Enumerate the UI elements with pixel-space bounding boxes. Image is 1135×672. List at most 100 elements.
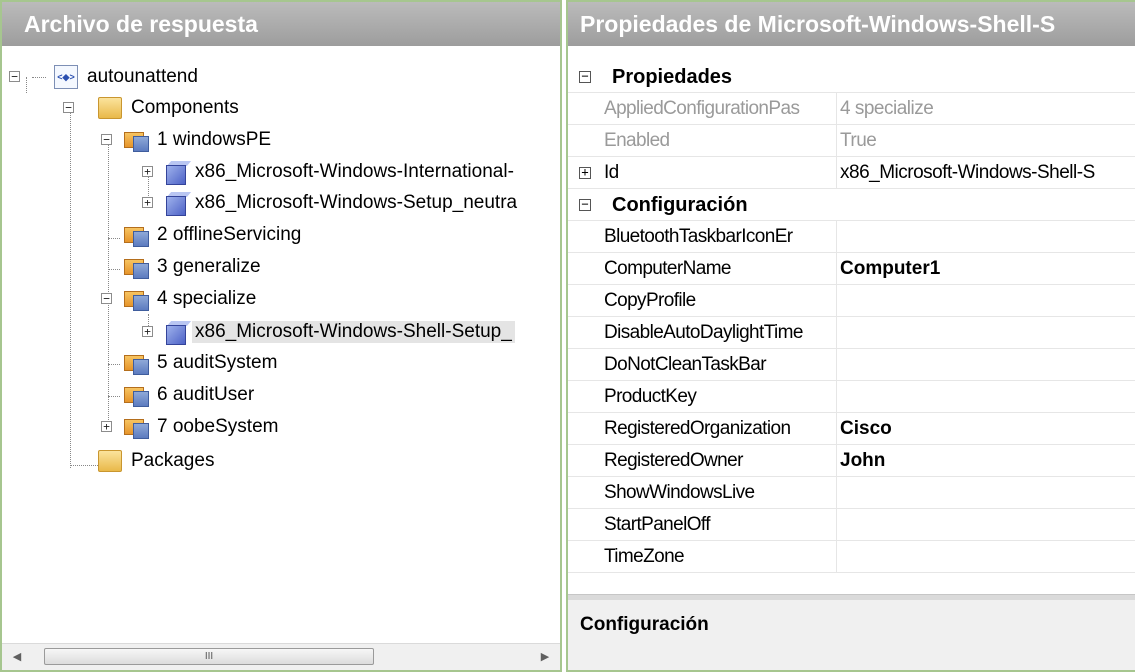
property-name: Id: [604, 157, 837, 188]
expand-shell-setup-toggle[interactable]: +: [142, 326, 153, 337]
setting-row[interactable]: ShowWindowsLive: [568, 477, 1135, 509]
tree-node-component-international[interactable]: x86_Microsoft-Windows-International-: [162, 157, 517, 187]
expand-property-icon[interactable]: +: [579, 166, 591, 179]
tree-node-label: 7 oobeSystem: [157, 416, 279, 437]
setting-row[interactable]: ComputerName Computer1: [568, 253, 1135, 285]
tree-node-pass-windowspe[interactable]: 1 windowsPE: [124, 125, 274, 155]
properties-pane: Propiedades de Microsoft-Windows-Shell-S…: [566, 0, 1135, 672]
setting-value[interactable]: [840, 317, 1135, 348]
collapse-category-icon[interactable]: −: [579, 198, 591, 211]
tree-node-label: x86_Microsoft-Windows-International-: [195, 161, 514, 182]
description-title: Configuración: [580, 614, 709, 635]
component-icon: [162, 319, 192, 345]
expand-oobesystem-toggle[interactable]: +: [101, 421, 112, 432]
setting-value[interactable]: [840, 221, 1135, 252]
tree-node-component-setup[interactable]: x86_Microsoft-Windows-Setup_neutra: [162, 188, 520, 218]
tree-node-label: 6 auditUser: [157, 384, 255, 405]
property-value: 4 specialize: [840, 98, 934, 119]
setting-name: RegisteredOrganization: [604, 413, 837, 444]
collapse-root-toggle[interactable]: −: [9, 71, 20, 82]
setting-value[interactable]: [840, 541, 1135, 572]
answer-file-tree: − <◆> autounattend − Components − 1 wind…: [2, 46, 560, 644]
setting-value[interactable]: [840, 381, 1135, 412]
property-value: x86_Microsoft-Windows-Shell-S: [840, 162, 1095, 183]
property-row[interactable]: Enabled True: [568, 125, 1135, 157]
setting-row[interactable]: RegisteredOwner John: [568, 445, 1135, 477]
tree-node-components[interactable]: Components: [98, 93, 242, 123]
tree-node-pass-generalize[interactable]: 3 generalize: [124, 252, 264, 282]
component-icon: [162, 159, 192, 185]
configuration-pass-icon: [124, 383, 149, 407]
tree-node-label: autounattend: [87, 66, 198, 87]
tree-node-label: 1 windowsPE: [157, 129, 272, 150]
setting-row[interactable]: RegisteredOrganization Cisco: [568, 413, 1135, 445]
setting-value[interactable]: [840, 509, 1135, 540]
property-grid: − Propiedades AppliedConfigurationPas 4 …: [568, 46, 1135, 594]
scroll-left-arrow-icon[interactable]: ◀: [6, 644, 28, 670]
tree-node-packages[interactable]: Packages: [98, 446, 217, 476]
tree-node-pass-auditsystem[interactable]: 5 auditSystem: [124, 348, 280, 378]
tree-node-label: 5 auditSystem: [157, 352, 278, 373]
collapse-windowspe-toggle[interactable]: −: [101, 134, 112, 145]
configuration-pass-icon: [124, 351, 149, 375]
collapse-category-icon[interactable]: −: [579, 70, 591, 83]
setting-name: RegisteredOwner: [604, 445, 837, 476]
setting-name: BluetoothTaskbarIconEr: [604, 221, 837, 252]
answer-file-pane: Archivo de respuesta − <◆> autounattend …: [0, 0, 562, 672]
property-row[interactable]: AppliedConfigurationPas 4 specialize: [568, 93, 1135, 125]
scroll-right-arrow-icon[interactable]: ▶: [534, 644, 556, 670]
collapse-specialize-toggle[interactable]: −: [101, 293, 112, 304]
configuration-pass-icon: [124, 287, 149, 311]
category-configuracion[interactable]: − Configuración: [568, 189, 1135, 221]
properties-pane-title: Propiedades de Microsoft-Windows-Shell-S: [568, 2, 1135, 46]
setting-name: DoNotCleanTaskBar: [604, 349, 837, 380]
setting-row[interactable]: BluetoothTaskbarIconEr: [568, 221, 1135, 253]
tree-horizontal-scrollbar[interactable]: ◀ III ▶: [2, 643, 560, 670]
configuration-pass-icon: [124, 415, 149, 439]
tree-node-autounattend[interactable]: <◆> autounattend: [54, 62, 201, 92]
scrollbar-thumb[interactable]: III: [44, 648, 374, 665]
configuration-pass-icon: [124, 128, 149, 152]
setting-row[interactable]: ProductKey: [568, 381, 1135, 413]
tree-node-label: 2 offlineServicing: [157, 224, 302, 245]
collapse-components-toggle[interactable]: −: [63, 102, 74, 113]
setting-value[interactable]: [840, 349, 1135, 380]
tree-node-label: x86_Microsoft-Windows-Shell-Setup_: [192, 321, 515, 343]
tree-node-label: 4 specialize: [157, 288, 257, 309]
tree-node-pass-audituser[interactable]: 6 auditUser: [124, 380, 257, 410]
tree-node-component-shell-setup[interactable]: x86_Microsoft-Windows-Shell-Setup_: [162, 317, 515, 347]
expand-setup-toggle[interactable]: +: [142, 197, 153, 208]
setting-value[interactable]: John: [840, 445, 1135, 476]
property-name: AppliedConfigurationPas: [604, 93, 837, 124]
setting-row[interactable]: CopyProfile: [568, 285, 1135, 317]
setting-row[interactable]: DisableAutoDaylightTime: [568, 317, 1135, 349]
configuration-pass-icon: [124, 223, 149, 247]
setting-value[interactable]: Computer1: [840, 253, 1135, 284]
setting-name: StartPanelOff: [604, 509, 837, 540]
tree-node-label: x86_Microsoft-Windows-Setup_neutra: [195, 192, 518, 213]
folder-icon: [98, 450, 122, 472]
xml-file-icon: <◆>: [54, 65, 78, 89]
tree-node-pass-specialize[interactable]: 4 specialize: [124, 284, 259, 314]
setting-row[interactable]: TimeZone: [568, 541, 1135, 573]
category-propiedades[interactable]: − Propiedades: [568, 61, 1135, 93]
setting-value[interactable]: Cisco: [840, 413, 1135, 444]
setting-value[interactable]: [840, 477, 1135, 508]
setting-row[interactable]: StartPanelOff: [568, 509, 1135, 541]
setting-value[interactable]: [840, 285, 1135, 316]
tree-node-label: Components: [131, 97, 239, 118]
property-row[interactable]: + Id x86_Microsoft-Windows-Shell-S: [568, 157, 1135, 189]
tree-node-pass-offlineservicing[interactable]: 2 offlineServicing: [124, 220, 304, 250]
folder-icon: [98, 97, 122, 119]
expand-international-toggle[interactable]: +: [142, 166, 153, 177]
tree-node-pass-oobesystem[interactable]: 7 oobeSystem: [124, 412, 281, 442]
setting-name: DisableAutoDaylightTime: [604, 317, 837, 348]
setting-name: ShowWindowsLive: [604, 477, 837, 508]
setting-name: ComputerName: [604, 253, 837, 284]
category-label: Configuración: [612, 194, 748, 216]
setting-name: ProductKey: [604, 381, 837, 412]
description-panel: Configuración: [568, 600, 1135, 670]
property-value: True: [840, 130, 877, 151]
category-label: Propiedades: [612, 66, 733, 88]
setting-row[interactable]: DoNotCleanTaskBar: [568, 349, 1135, 381]
